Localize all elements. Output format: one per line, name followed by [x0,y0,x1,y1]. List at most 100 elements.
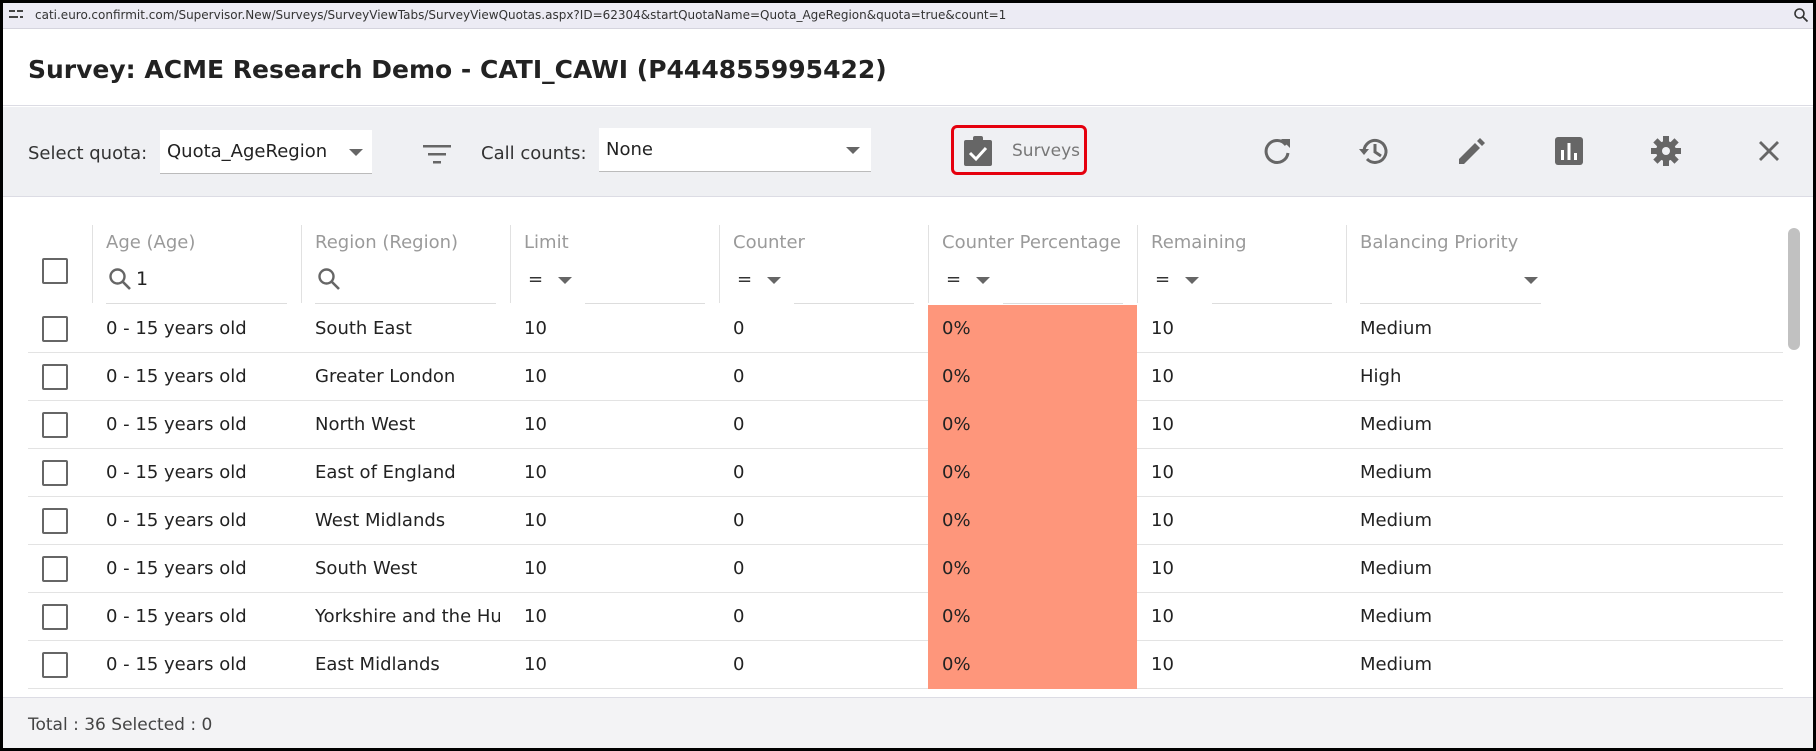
cell-age: 0 - 15 years old [106,558,247,579]
cell-limit: 10 [524,318,547,339]
column-header-balancing-priority[interactable]: Balancing Priority [1346,225,1555,305]
cell-age: 0 - 15 years old [106,654,247,675]
cell-remaining: 10 [1151,462,1174,483]
table-row[interactable]: 0 - 15 years old Yorkshire and the Hu… 10 0… [28,593,1783,641]
cell-region: South West [315,558,418,579]
selection-summary: Total : 36 Selected : 0 [28,715,213,735]
search-icon [109,268,131,290]
column-header-limit[interactable]: Limit = [510,225,719,305]
column-title: Counter [733,232,805,253]
cell-pct: 0% [942,366,971,387]
chevron-down-icon[interactable] [767,277,781,284]
filter-underline [1003,303,1123,304]
column-header-counter[interactable]: Counter = [719,225,928,305]
close-icon[interactable] [1753,135,1785,167]
cell-remaining: 10 [1151,366,1174,387]
page-header: Survey: ACME Research Demo - CATI_CAWI (… [3,29,1813,106]
column-header-remaining[interactable]: Remaining = [1137,225,1346,305]
cell-counter: 0 [733,606,745,627]
surveys-button-label: Surveys [1012,141,1080,161]
cell-region: South East [315,318,412,339]
cell-limit: 10 [524,606,547,627]
column-title: Limit [524,232,569,253]
cell-region: Yorkshire and the Hu… [315,606,500,627]
cell-limit: 10 [524,558,547,579]
history-icon[interactable] [1358,135,1390,167]
age-filter-input[interactable]: 1 [136,268,148,290]
column-header-age[interactable]: Age (Age) 1 [92,225,301,305]
cell-pct: 0% [942,606,971,627]
cell-remaining: 10 [1151,558,1174,579]
column-title: Age (Age) [106,232,196,253]
chevron-down-icon [349,149,363,156]
cell-age: 0 - 15 years old [106,510,247,531]
cell-age: 0 - 15 years old [106,462,247,483]
counter-operator[interactable]: = [737,269,752,290]
row-checkbox[interactable] [42,364,68,390]
cell-pct: 0% [942,414,971,435]
zoom-icon[interactable] [1793,7,1809,23]
settings-icon[interactable] [1650,135,1682,167]
chevron-down-icon[interactable] [1524,277,1538,284]
table-row[interactable]: 0 - 15 years old North West 10 0 0% 10 Medium [28,401,1783,449]
table-row[interactable]: 0 - 15 years old East Midlands 10 0 0% 10 Medi… [28,641,1783,689]
app-window: cati.euro.confirmit.com/Supervisor.New/S… [3,3,1813,748]
limit-operator[interactable]: = [528,269,543,290]
refresh-icon[interactable] [1261,135,1293,167]
cell-limit: 10 [524,510,547,531]
table-row[interactable]: 0 - 15 years old West Midlands 10 0 0% 10 Medi… [28,497,1783,545]
column-title: Counter Percentage [942,232,1121,253]
call-counts-select[interactable]: None [599,128,871,172]
cell-counter: 0 [733,366,745,387]
chevron-down-icon[interactable] [558,277,572,284]
counter-percentage-operator[interactable]: = [946,269,961,290]
select-quota-label: Select quota: [28,143,148,164]
filter-icon[interactable] [423,143,451,165]
cell-pct: 0% [942,510,971,531]
edit-icon[interactable] [1455,135,1487,167]
cell-remaining: 10 [1151,654,1174,675]
cell-limit: 10 [524,462,547,483]
cell-priority: Medium [1360,318,1432,339]
quota-grid: Age (Age) 1 Region (Region) Limit = Coun… [28,225,1783,697]
cell-counter: 0 [733,654,745,675]
row-checkbox[interactable] [42,652,68,678]
column-header-counter-percentage[interactable]: Counter Percentage = [928,225,1137,305]
clipboard-check-icon [964,136,992,166]
cell-remaining: 10 [1151,510,1174,531]
address-bar[interactable]: cati.euro.confirmit.com/Supervisor.New/S… [3,3,1813,29]
cell-pct: 0% [942,318,971,339]
row-checkbox[interactable] [42,556,68,582]
chart-icon[interactable] [1553,135,1585,167]
table-row[interactable]: 0 - 15 years old South East 10 0 0% 10 Medium [28,305,1783,353]
quota-select[interactable]: Quota_AgeRegion [160,130,372,174]
row-checkbox[interactable] [42,460,68,486]
cell-priority: Medium [1360,654,1432,675]
cell-priority: Medium [1360,414,1432,435]
row-checkbox[interactable] [42,604,68,630]
row-checkbox[interactable] [42,316,68,342]
cell-remaining: 10 [1151,318,1174,339]
url-text[interactable]: cati.euro.confirmit.com/Supervisor.New/S… [35,8,1006,22]
row-checkbox[interactable] [42,508,68,534]
row-checkbox[interactable] [42,412,68,438]
table-row[interactable]: 0 - 15 years old East of England 10 0 0% 10 Me… [28,449,1783,497]
column-header-region[interactable]: Region (Region) [301,225,510,305]
cell-counter: 0 [733,462,745,483]
table-row[interactable]: 0 - 15 years old South West 10 0 0% 10 Medium [28,545,1783,593]
surveys-button[interactable]: Surveys [951,125,1087,175]
site-settings-icon[interactable] [9,9,23,21]
cell-region: Greater London [315,366,456,387]
quota-select-value: Quota_AgeRegion [167,141,328,162]
table-row[interactable]: 0 - 15 years old Greater London 10 0 0% 10 Hig… [28,353,1783,401]
search-icon [318,268,340,290]
remaining-operator[interactable]: = [1155,269,1170,290]
filter-underline [585,303,705,304]
cell-age: 0 - 15 years old [106,318,247,339]
cell-priority: Medium [1360,462,1432,483]
grid-scrollbar[interactable] [1788,228,1800,350]
chevron-down-icon[interactable] [976,277,990,284]
cell-age: 0 - 15 years old [106,606,247,627]
select-all-checkbox[interactable] [42,258,68,284]
chevron-down-icon[interactable] [1185,277,1199,284]
